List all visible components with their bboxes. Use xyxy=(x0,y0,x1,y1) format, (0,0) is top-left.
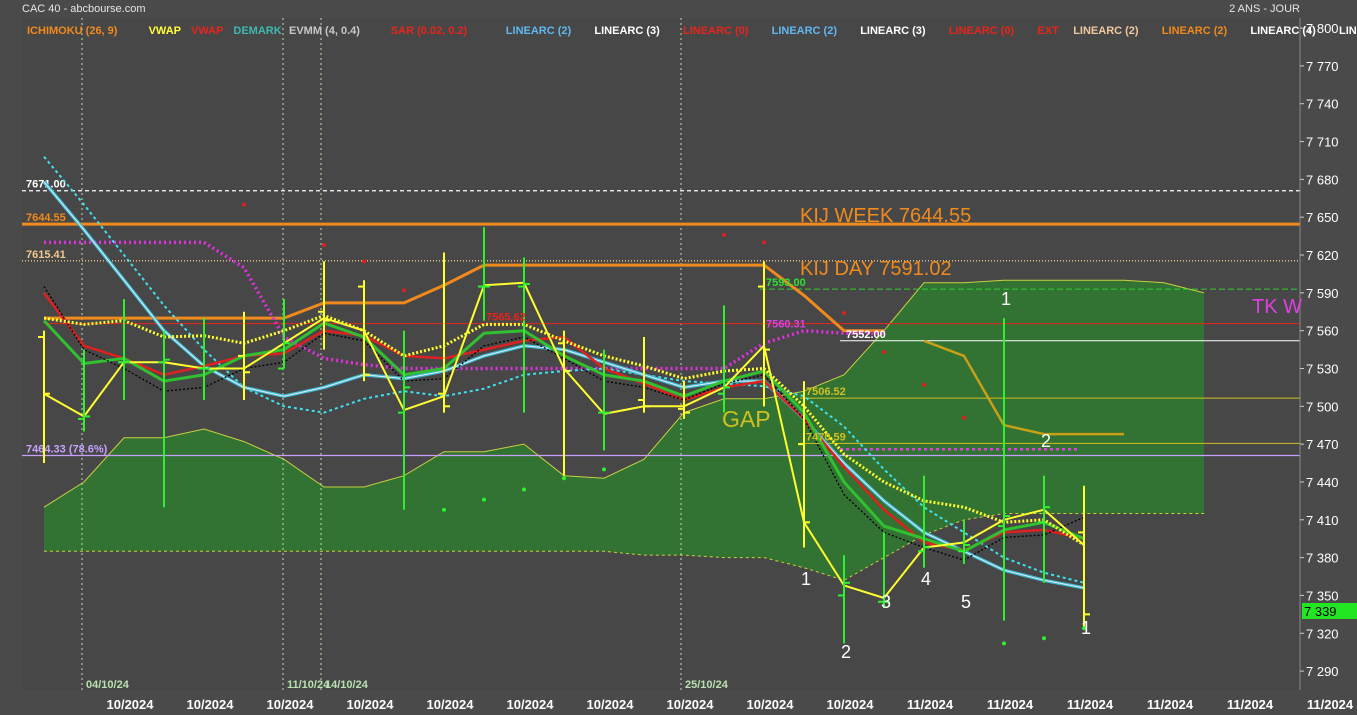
x-tick-label: 10/2024 xyxy=(827,697,875,712)
y-tick-label: 7 740 xyxy=(1306,97,1339,112)
indicator-label: EXT xyxy=(1037,25,1059,37)
y-tick-label: 7 770 xyxy=(1306,59,1339,74)
sar-dot xyxy=(962,415,966,420)
indicator-label: VWAP xyxy=(149,25,181,37)
wave-label: 4 xyxy=(921,569,931,589)
x-tick-label: 11/2024 xyxy=(1067,697,1114,712)
sar-dot xyxy=(1002,641,1006,646)
x-tick-label: 10/2024 xyxy=(267,697,315,712)
y-tick-label: 7 500 xyxy=(1306,399,1339,414)
indicator-label: LINEARC (3) xyxy=(860,25,926,37)
sar-dot xyxy=(322,242,326,247)
sar-dot xyxy=(1042,636,1046,641)
indicator-label: SAR (0.02, 0.2) xyxy=(391,25,468,37)
y-tick-label: 7 620 xyxy=(1306,248,1339,263)
level-label: 7552.00 xyxy=(846,329,886,341)
indicator-label: ICHIMOKU (26, 9) xyxy=(27,25,118,37)
wave-label: 3 xyxy=(881,592,891,612)
wave-label: 1 xyxy=(801,569,811,589)
x-tick-label: 10/2024 xyxy=(347,697,395,712)
indicator-label: VWAP xyxy=(191,25,223,37)
date-marker-label: 14/10/24 xyxy=(325,679,369,691)
sar-dot xyxy=(922,382,926,387)
level-label: 7560.31 xyxy=(766,318,806,330)
x-tick-label: 11/2024 xyxy=(1227,697,1274,712)
y-tick-label: 7 800 xyxy=(1306,21,1339,36)
sar-dot xyxy=(602,467,606,472)
y-tick-label: 7 530 xyxy=(1306,361,1339,376)
indicator-label: EVMM (4, 0.4) xyxy=(289,25,360,37)
wave-label: 5 xyxy=(961,592,971,612)
x-tick-label: 10/2024 xyxy=(427,697,475,712)
y-tick-label: 7 350 xyxy=(1306,588,1339,603)
x-tick-label: 10/2024 xyxy=(667,697,715,712)
price-level-label: 7615.41 xyxy=(26,249,66,261)
date-marker-label: 11/10/24 xyxy=(287,679,330,691)
y-tick-label: 7 710 xyxy=(1306,135,1339,150)
x-tick-label: 10/2024 xyxy=(187,697,235,712)
x-tick-label: 11/2024 xyxy=(907,697,954,712)
indicator-label: LINEARC (3) xyxy=(594,25,660,37)
chart-period: 2 ANS - JOUR xyxy=(1229,3,1300,15)
indicator-label: LINEARC (0) xyxy=(949,25,1015,37)
sar-dot xyxy=(522,487,526,492)
y-tick-label: 7 410 xyxy=(1306,513,1339,528)
x-tick-label: 11/2024 xyxy=(1307,697,1354,712)
price-level-label: 7644.55 xyxy=(26,212,66,224)
date-marker-label: 04/10/24 xyxy=(86,679,130,691)
date-marker-label: 25/10/24 xyxy=(685,679,729,691)
wave-label: 2 xyxy=(841,642,851,662)
indicator-label: LINEARC (2) xyxy=(772,25,838,37)
x-tick-label: 10/2024 xyxy=(587,697,635,712)
indicator-label: LINEARC (0) xyxy=(683,25,749,37)
indicator-label: LINEARC (2) xyxy=(1073,25,1139,37)
indicator-label: LINEARC (2) xyxy=(1162,25,1228,37)
sar-dot xyxy=(762,240,766,245)
x-tick-label: 10/2024 xyxy=(107,697,155,712)
x-tick-label: 11/2024 xyxy=(987,697,1034,712)
sar-dot xyxy=(722,232,726,237)
kij-day-label: KIJ DAY 7591.02 xyxy=(800,258,952,280)
y-tick-label: 7 470 xyxy=(1306,437,1339,452)
wave-label: 1 xyxy=(1001,289,1011,309)
y-tick-label: 7 590 xyxy=(1306,286,1339,301)
x-tick-label: 10/2024 xyxy=(507,697,555,712)
level-label: 7470.59 xyxy=(806,431,846,443)
x-tick-label: 10/2024 xyxy=(747,697,795,712)
y-tick-label: 7 290 xyxy=(1306,664,1339,679)
sar-dot xyxy=(882,350,886,355)
x-tick-label: 11/2024 xyxy=(1147,697,1194,712)
sar-dot xyxy=(842,311,846,316)
sar-dot xyxy=(362,259,366,264)
kij-week-label: KIJ WEEK 7644.55 xyxy=(800,205,971,227)
sar-dot xyxy=(442,507,446,512)
wave-label: 1 xyxy=(1081,618,1091,638)
tk-w-label: TK W xyxy=(1252,296,1302,318)
level-label: 7506.52 xyxy=(806,386,846,398)
sar-dot xyxy=(242,202,246,207)
y-tick-label: 7 650 xyxy=(1306,210,1339,225)
last-price-label: 7 339 xyxy=(1304,604,1337,619)
y-tick-label: 7 680 xyxy=(1306,172,1339,187)
level-label: 7565.62 xyxy=(486,312,526,324)
wave-label: 2 xyxy=(1041,431,1051,451)
sar-dot xyxy=(562,476,566,481)
price-level-label: 7464.33 (78.6%) xyxy=(26,443,108,455)
sar-dot xyxy=(402,288,406,293)
y-tick-label: 7 560 xyxy=(1306,324,1339,339)
y-tick-label: 7 320 xyxy=(1306,626,1339,641)
level-label: 7593.00 xyxy=(766,277,806,289)
indicator-label: LINEARC (2) xyxy=(506,25,572,37)
chart-title: CAC 40 - abcbourse.com xyxy=(22,3,146,15)
y-tick-label: 7 380 xyxy=(1306,551,1339,566)
gap-label: GAP xyxy=(722,406,771,432)
indicator-label: LINEARC xyxy=(1339,25,1357,37)
y-tick-label: 7 440 xyxy=(1306,475,1339,490)
sar-dot xyxy=(482,497,486,502)
stock-chart[interactable]: 7671.007644.557615.417464.33 (78.6%) CAC… xyxy=(0,0,1357,715)
indicator-label: DEMARK xyxy=(233,25,281,37)
